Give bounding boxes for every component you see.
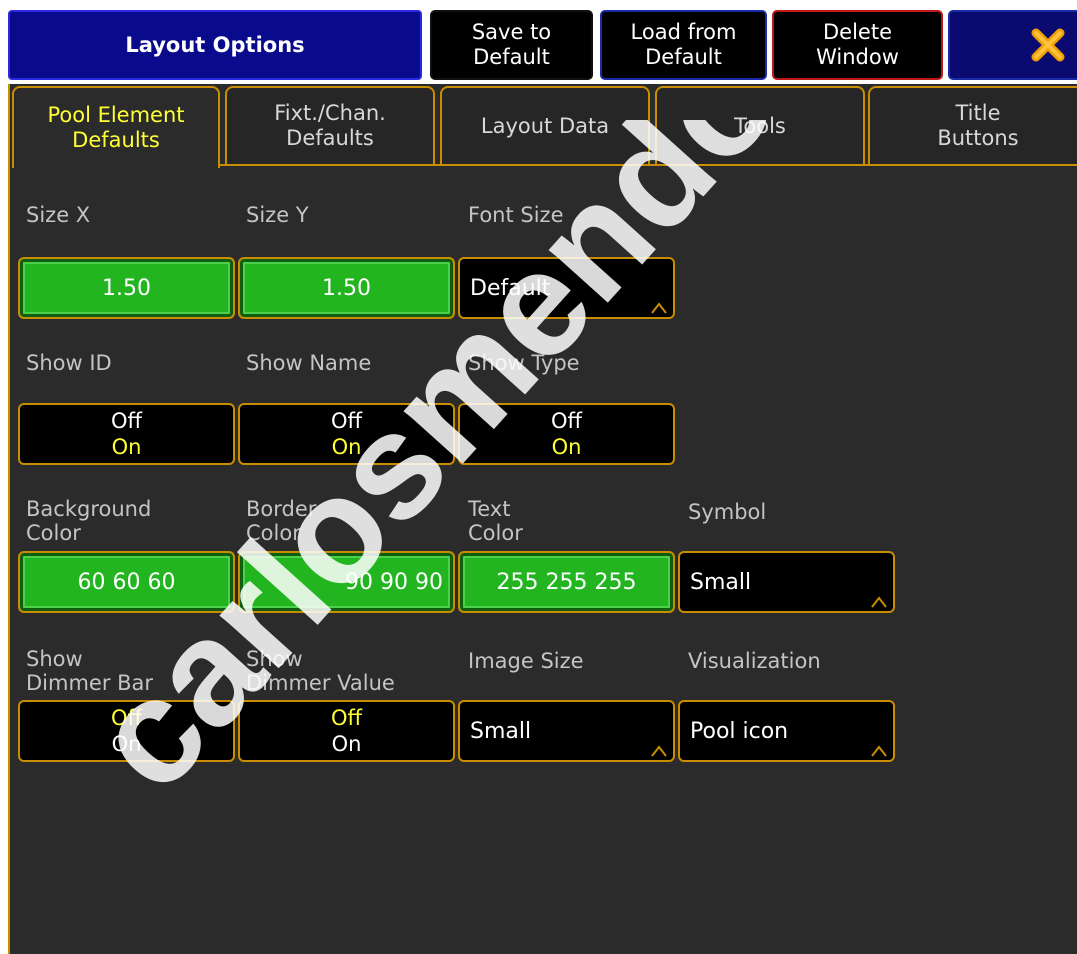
dropdown-corner-icon	[871, 596, 887, 608]
label-line1: Background	[26, 497, 152, 521]
load-button-label-line2: Default	[645, 45, 722, 69]
tab-label-line2: Buttons	[937, 126, 1019, 150]
toggle-on-option: On	[331, 435, 362, 459]
tab-bar-underline	[220, 164, 1077, 166]
image-size-value: Small	[470, 718, 532, 744]
dropdown-corner-icon	[651, 302, 667, 314]
size-y-field[interactable]: 1.50	[238, 257, 455, 319]
symbol-value: Small	[690, 569, 752, 595]
tab-label: Layout Data	[480, 113, 610, 138]
show-type-toggle[interactable]: Off On	[458, 403, 675, 465]
load-button-label-line1: Load from	[630, 20, 737, 44]
show-dimmer-bar-toggle[interactable]: Off On	[18, 700, 235, 762]
font-size-value: Default	[470, 275, 551, 301]
size-x-label: Size X	[26, 203, 91, 227]
tab-fixt-chan-defaults[interactable]: Fixt./Chan. Defaults	[225, 86, 435, 164]
tab-label-line1: Pool Element	[47, 103, 185, 127]
border-color-field[interactable]: 90 90 90	[238, 551, 455, 613]
symbol-dropdown[interactable]: Small	[678, 551, 895, 613]
label-line2: Color	[246, 521, 301, 545]
label-line1: Border	[246, 497, 317, 521]
toggle-on-option: On	[111, 435, 142, 459]
background-color-label: Background Color	[26, 497, 151, 545]
tab-tools[interactable]: Tools	[655, 86, 865, 164]
tab-label-line1: Title	[955, 101, 1001, 125]
label-line1: Text	[468, 497, 511, 521]
delete-button-label-line2: Window	[816, 45, 899, 69]
visualization-label: Visualization	[688, 649, 821, 673]
background-color-field[interactable]: 60 60 60	[18, 551, 235, 613]
show-name-toggle[interactable]: Off On	[238, 403, 455, 465]
load-from-default-button[interactable]: Load from Default	[600, 10, 767, 80]
tab-label: Tools	[734, 113, 786, 138]
dropdown-corner-icon	[651, 745, 667, 757]
show-dimmer-bar-label: Show Dimmer Bar	[26, 647, 153, 695]
toggle-on-option: On	[111, 732, 142, 756]
font-size-dropdown[interactable]: Default	[458, 257, 675, 319]
dropdown-corner-icon	[871, 745, 887, 757]
toggle-off-option: Off	[111, 409, 142, 433]
show-dimmer-value-label: Show Dimmer Value	[246, 647, 395, 695]
font-size-label: Font Size	[468, 203, 564, 227]
save-to-default-button[interactable]: Save to Default	[430, 10, 593, 80]
tab-label-line2: Defaults	[72, 128, 160, 152]
delete-window-button[interactable]: Delete Window	[772, 10, 943, 80]
close-button[interactable]	[948, 10, 1077, 80]
show-dimmer-value-toggle[interactable]: Off On	[238, 700, 455, 762]
toggle-off-option: Off	[551, 409, 582, 433]
close-icon	[1031, 28, 1065, 62]
label-line2: Color	[468, 521, 523, 545]
image-size-label: Image Size	[468, 649, 584, 673]
layout-options-window: Layout Options Save to Default Load from…	[0, 0, 1077, 954]
toggle-off-option: Off	[331, 706, 362, 730]
visualization-dropdown[interactable]: Pool icon	[678, 700, 895, 762]
window-title: Layout Options	[8, 10, 422, 80]
symbol-label: Symbol	[688, 500, 767, 524]
show-name-label: Show Name	[246, 351, 372, 375]
text-color-label: Text Color	[468, 497, 523, 545]
toggle-off-option: Off	[111, 706, 142, 730]
tab-title-buttons[interactable]: Title Buttons	[868, 86, 1077, 164]
size-x-field[interactable]: 1.50	[18, 257, 235, 319]
size-y-label: Size Y	[246, 203, 309, 227]
save-button-label-line1: Save to	[471, 20, 552, 44]
delete-button-label-line1: Delete	[823, 20, 892, 44]
toggle-on-option: On	[551, 435, 582, 459]
label-line2: Color	[26, 521, 81, 545]
tab-layout-data[interactable]: Layout Data	[440, 86, 650, 164]
save-button-label-line2: Default	[473, 45, 550, 69]
image-size-dropdown[interactable]: Small	[458, 700, 675, 762]
toggle-on-option: On	[331, 732, 362, 756]
label-line1: Show	[246, 647, 303, 671]
label-line2: Dimmer Value	[246, 671, 395, 695]
show-id-toggle[interactable]: Off On	[18, 403, 235, 465]
text-color-field[interactable]: 255 255 255	[458, 551, 675, 613]
tab-label-line2: Defaults	[286, 126, 374, 150]
label-line2: Dimmer Bar	[26, 671, 154, 695]
show-type-label: Show Type	[468, 351, 580, 375]
label-line1: Show	[26, 647, 83, 671]
tab-pool-element-defaults[interactable]: Pool Element Defaults	[12, 86, 220, 168]
tab-label-line1: Fixt./Chan.	[274, 101, 386, 125]
show-id-label: Show ID	[26, 351, 112, 375]
visualization-value: Pool icon	[690, 718, 789, 744]
border-color-label: Border Color	[246, 497, 316, 545]
toggle-off-option: Off	[331, 409, 362, 433]
